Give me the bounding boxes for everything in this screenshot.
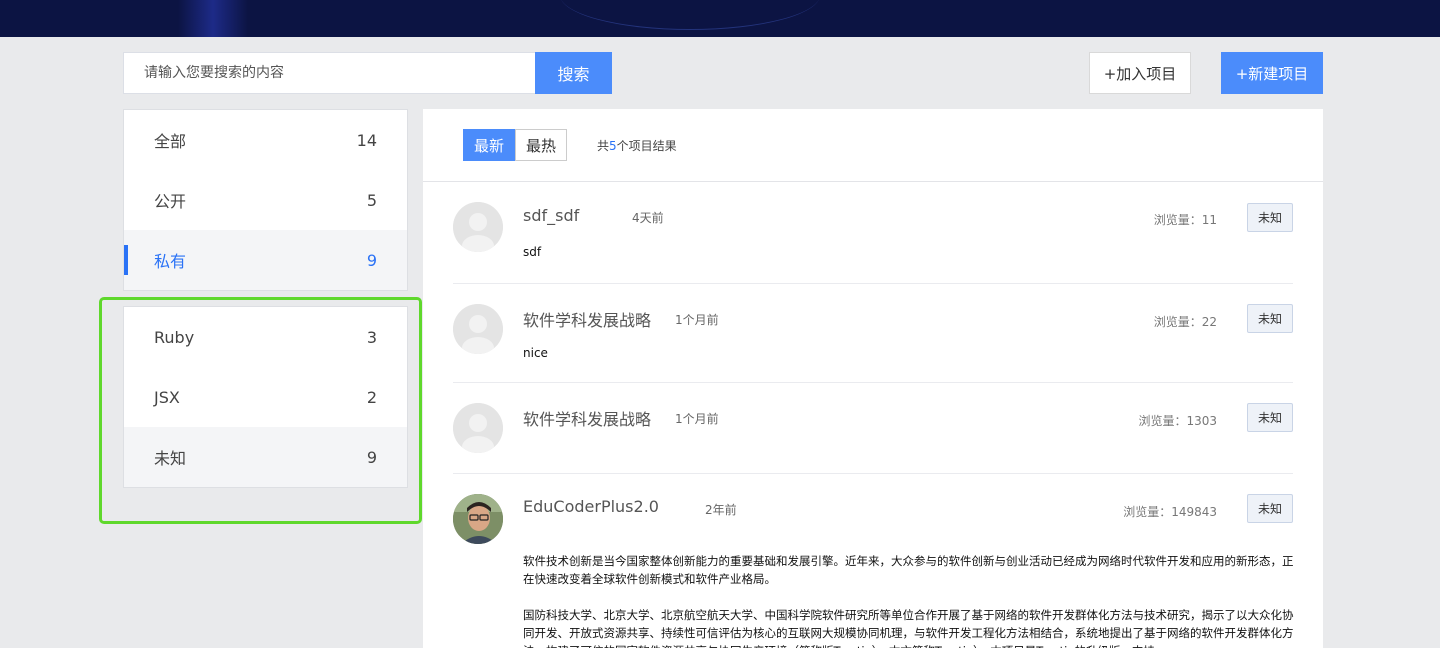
project-time: 2年前 — [705, 503, 737, 517]
banner-arc — [560, 0, 820, 30]
language-tag[interactable]: 未知 — [1247, 203, 1293, 232]
banner-glow — [178, 0, 248, 37]
visibility-filter: 全部 14 公开 5 私有 9 — [123, 109, 408, 291]
language-tag[interactable]: 未知 — [1247, 304, 1293, 333]
filter-unknown[interactable]: 未知 9 — [124, 427, 407, 487]
project-time: 4天前 — [632, 211, 664, 225]
result-suffix: 个项目结果 — [616, 138, 677, 153]
list-item[interactable]: EduCoderPlus2.0 2年前 浏览量：149843 未知 软件技术创新… — [453, 494, 1295, 648]
filter-count: 3 — [366, 327, 377, 347]
language-filter: Ruby 3 JSX 2 未知 9 — [123, 306, 408, 488]
tab-hottest[interactable]: 最热 — [515, 129, 567, 161]
join-project-button[interactable]: +加入项目 — [1089, 52, 1191, 94]
project-time: 1个月前 — [675, 313, 719, 327]
avatar[interactable] — [453, 304, 503, 354]
avatar[interactable] — [453, 202, 503, 252]
search-input[interactable] — [123, 52, 535, 94]
result-prefix: 共 — [597, 138, 610, 153]
list-item[interactable]: 软件学科发展战略 1个月前 浏览量：22 未知 nice — [453, 304, 1293, 383]
project-views: 浏览量：149843 — [1123, 505, 1217, 519]
avatar[interactable] — [453, 494, 503, 544]
project-description: sdf — [523, 245, 542, 259]
description-paragraph: 软件技术创新是当今国家整体创新能力的重要基础和发展引擎。近年来，大众参与的软件创… — [523, 554, 1294, 586]
search-button[interactable]: 搜索 — [535, 52, 612, 94]
filter-private[interactable]: 私有 9 — [124, 230, 407, 290]
avatar[interactable] — [453, 403, 503, 453]
result-count: 共5个项目结果 — [597, 137, 677, 154]
project-title[interactable]: 软件学科发展战略 — [523, 307, 651, 331]
filter-label: Ruby — [154, 327, 195, 347]
filter-ruby[interactable]: Ruby 3 — [124, 307, 407, 367]
project-description: 软件技术创新是当今国家整体创新能力的重要基础和发展引擎。近年来，大众参与的软件创… — [523, 552, 1295, 648]
top-banner — [0, 0, 1440, 37]
project-views: 浏览量：11 — [1153, 213, 1217, 227]
filter-label: 私有 — [154, 252, 187, 271]
project-list-panel: 最新 最热 共5个项目结果 sdf_sdf 4天前 浏览量：11 未知 sdf … — [423, 109, 1323, 648]
description-paragraph: 国防科技大学、北京大学、北京航空航天大学、中国科学院软件研究所等单位合作开展了基… — [523, 608, 1294, 648]
project-title[interactable]: sdf_sdf — [523, 206, 579, 225]
filter-all[interactable]: 全部 14 — [124, 110, 407, 170]
filter-label: JSX — [154, 387, 180, 407]
search-bar: 搜索 — [123, 52, 612, 94]
filter-jsx[interactable]: JSX 2 — [124, 367, 407, 427]
project-title[interactable]: 软件学科发展战略 — [523, 406, 651, 430]
filter-label: 全部 — [154, 132, 187, 151]
project-views: 浏览量：22 — [1153, 315, 1217, 329]
filter-count: 9 — [366, 250, 377, 270]
result-number: 5 — [609, 138, 617, 153]
project-views: 浏览量：1303 — [1138, 414, 1217, 428]
sort-tabs-bar: 最新 最热 共5个项目结果 — [423, 109, 1323, 182]
new-project-button[interactable]: +新建项目 — [1221, 52, 1323, 94]
filter-count: 14 — [356, 130, 377, 150]
filter-count: 2 — [366, 387, 377, 407]
filter-label: 未知 — [154, 449, 187, 468]
filter-count: 9 — [366, 447, 377, 467]
language-tag[interactable]: 未知 — [1247, 494, 1293, 523]
list-item[interactable]: 软件学科发展战略 1个月前 浏览量：1303 未知 — [453, 403, 1293, 474]
project-description: nice — [523, 346, 548, 360]
project-time: 1个月前 — [675, 412, 719, 426]
language-tag[interactable]: 未知 — [1247, 403, 1293, 432]
filter-public[interactable]: 公开 5 — [124, 170, 407, 230]
project-title[interactable]: EduCoderPlus2.0 — [523, 497, 659, 516]
list-item[interactable]: sdf_sdf 4天前 浏览量：11 未知 sdf — [453, 202, 1293, 284]
tab-latest[interactable]: 最新 — [463, 129, 515, 161]
filter-count: 5 — [366, 190, 377, 210]
filter-label: 公开 — [154, 192, 187, 211]
